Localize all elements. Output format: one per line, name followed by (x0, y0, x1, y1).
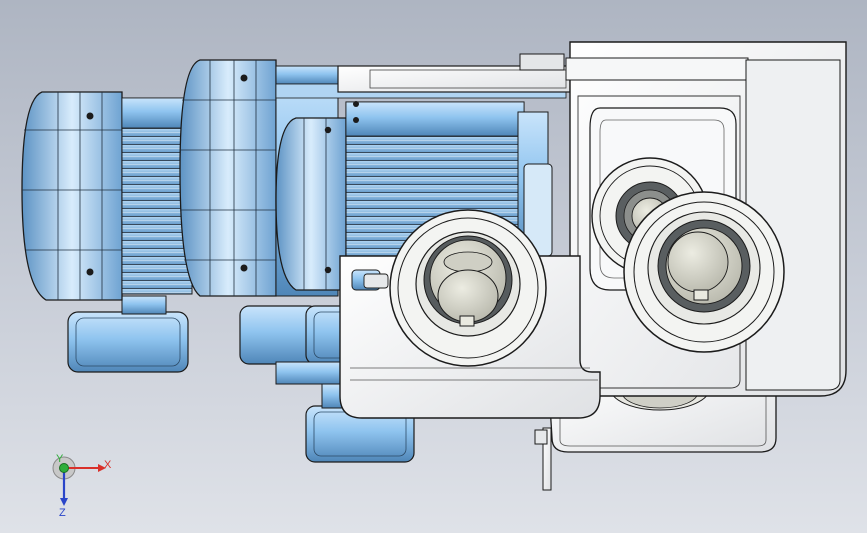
cad-viewport[interactable]: X Y Z (0, 0, 867, 533)
orientation-triad[interactable]: X Y Z (52, 453, 112, 519)
z-arrow-head (60, 498, 68, 506)
y-axis-label: Y (56, 453, 64, 465)
z-axis-label: Z (59, 507, 66, 519)
cad-model-scene[interactable]: X Y Z (0, 0, 867, 533)
x-axis-label: X (104, 459, 112, 471)
left-roller[interactable] (389, 209, 547, 367)
lower-right-roller[interactable] (623, 191, 785, 353)
motor-1[interactable] (21, 91, 193, 373)
mounting-bracket[interactable] (534, 427, 552, 491)
